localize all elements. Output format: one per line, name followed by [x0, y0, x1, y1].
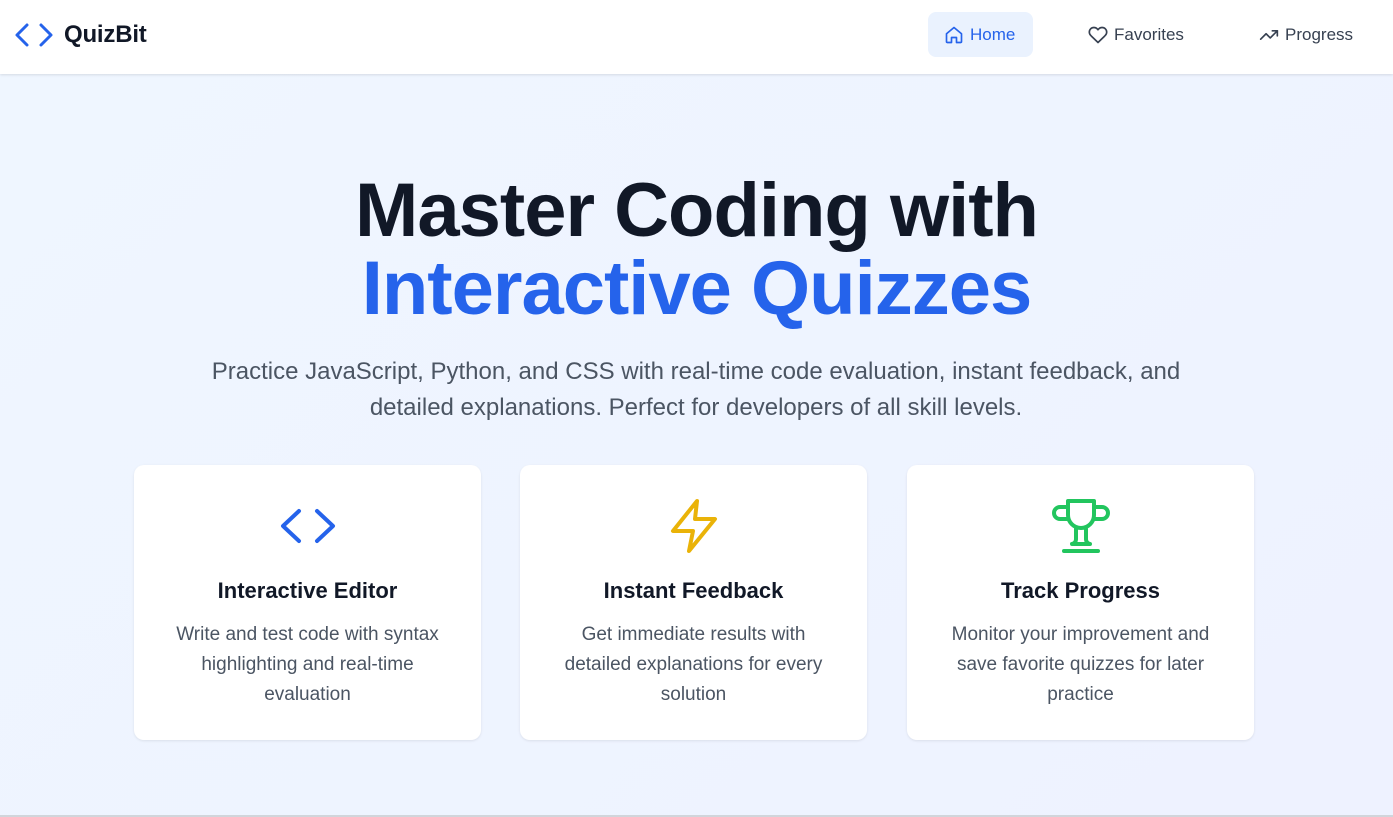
hero-title-line2: Interactive Quizzes — [361, 246, 1033, 331]
feature-title: Instant Feedback — [603, 578, 784, 603]
lightning-bolt-icon — [670, 499, 717, 553]
hero-title-line1: Master Coding with — [355, 168, 1039, 253]
feature-description: Write and test code with syntax highligh… — [176, 624, 439, 705]
trending-up-icon — [1259, 29, 1279, 40]
feature-card-instant-feedback: Instant Feedback Get immediate results w… — [520, 465, 867, 740]
feature-title: Interactive Editor — [217, 578, 398, 603]
feature-card-track-progress: Track Progress Monitor your improvement … — [907, 465, 1254, 740]
heart-icon — [1088, 26, 1108, 43]
home-icon — [945, 26, 963, 43]
nav-favorites[interactable]: Favorites — [1072, 12, 1204, 57]
hero-subtitle: Practice JavaScript, Python, and CSS wit… — [211, 358, 1181, 421]
nav-progress-label: Progress — [1285, 24, 1354, 44]
nav-home[interactable]: Home — [928, 12, 1033, 57]
trophy-icon — [1051, 499, 1110, 553]
brand-logo[interactable]: QuizBit — [14, 20, 147, 50]
nav-progress[interactable]: Progress — [1243, 12, 1375, 57]
feature-description: Monitor your improvement and save favori… — [951, 624, 1210, 705]
nav-favorites-label: Favorites — [1114, 24, 1184, 44]
code-brackets-icon — [15, 23, 53, 47]
brand-name: QuizBit — [64, 21, 147, 48]
feature-description: Get immediate results with detailed expl… — [564, 624, 823, 705]
top-navbar: QuizBit Home Favorites Progress — [0, 0, 1393, 74]
code-brackets-icon — [280, 509, 335, 543]
feature-title: Track Progress — [1001, 578, 1160, 603]
hero-title: Master Coding with Interactive Quizzes — [0, 172, 1393, 328]
nav-home-label: Home — [970, 24, 1016, 44]
feature-card-interactive-editor: Interactive Editor Write and test code w… — [134, 465, 481, 740]
